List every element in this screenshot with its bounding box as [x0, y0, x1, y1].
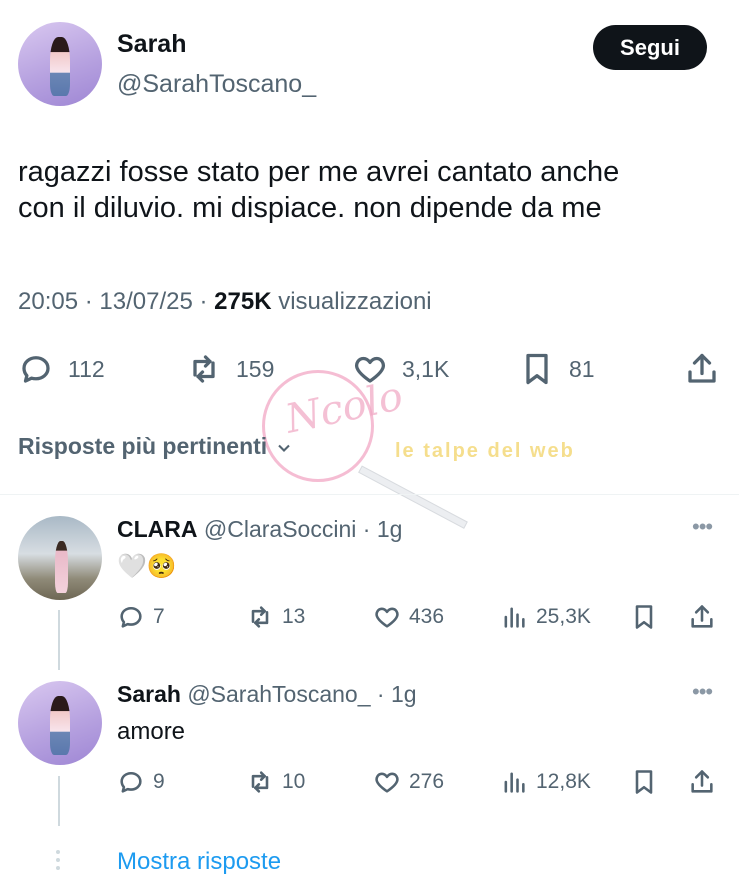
reply-text: amore — [117, 718, 186, 745]
tweet-text: ragazzi fosse stato per me avrei cantato… — [18, 154, 718, 226]
reply-button[interactable]: 112 — [18, 351, 105, 387]
bookmark-button[interactable] — [630, 602, 658, 632]
retweet-button[interactable]: 10 — [246, 767, 305, 797]
reply-count: 7 — [153, 605, 165, 628]
reply-header: CLARA @ClaraSoccini · 1g — [117, 516, 402, 543]
author-handle[interactable]: @SarahToscano_ — [117, 70, 316, 99]
replies-sort-dropdown[interactable]: Risposte più pertinenti — [18, 433, 294, 460]
avatar-figure — [54, 541, 69, 594]
reply-avatar[interactable] — [18, 516, 102, 600]
tweet-date[interactable]: 13/07/25 — [99, 288, 192, 315]
separator-dot: · — [84, 288, 100, 315]
reply-avatar[interactable] — [18, 681, 102, 765]
reply-text: 🤍🥺 — [117, 553, 177, 580]
bookmark-button[interactable] — [630, 767, 658, 797]
share-icon — [688, 353, 716, 383]
views-button[interactable]: 12,8K — [500, 767, 591, 797]
bookmark-icon — [635, 605, 653, 629]
bookmark-icon — [526, 353, 548, 385]
thread-line — [58, 610, 60, 670]
views-icon — [504, 607, 525, 628]
bookmark-button[interactable]: 81 — [519, 351, 595, 387]
share-button[interactable] — [688, 602, 716, 632]
more-icon[interactable]: ••• — [692, 514, 713, 540]
share-button[interactable] — [688, 767, 716, 797]
reply-icon — [120, 771, 142, 793]
share-icon — [691, 605, 713, 628]
reply-button[interactable]: 9 — [117, 767, 165, 797]
author-avatar[interactable] — [18, 22, 102, 106]
thread-continuation-dots — [56, 850, 61, 874]
retweet-icon — [251, 771, 269, 793]
reply-icon — [22, 356, 50, 383]
thread-line — [58, 776, 60, 826]
retweet-count: 10 — [282, 770, 306, 793]
reply-button[interactable]: 7 — [117, 602, 165, 632]
retweet-icon — [193, 355, 215, 383]
reply-author-name[interactable]: CLARA — [117, 516, 198, 542]
like-count: 436 — [409, 605, 445, 628]
bookmark-count: 81 — [569, 355, 595, 382]
views-count[interactable]: 275K — [214, 288, 271, 315]
tweet-meta: 20:05 · 13/07/25 · 275K visualizzazioni — [18, 288, 432, 316]
replies-heading-label: Risposte più pertinenti — [18, 433, 268, 459]
watermark-caption: le talpe del web — [395, 440, 575, 462]
section-divider — [0, 494, 739, 495]
reply-author-handle[interactable]: @ClaraSoccini — [204, 516, 356, 542]
retweet-button[interactable]: 159 — [186, 351, 274, 387]
reply-header: Sarah @SarahToscano_ · 1g — [117, 681, 417, 708]
like-count: 3,1K — [402, 355, 450, 382]
reply-count: 9 — [153, 770, 165, 793]
tweet-time[interactable]: 20:05 — [18, 288, 78, 315]
reply-age[interactable]: 1g — [377, 516, 403, 542]
like-icon — [375, 607, 399, 628]
author-name[interactable]: Sarah — [117, 30, 186, 59]
like-button[interactable]: 436 — [373, 602, 444, 632]
like-count: 276 — [409, 770, 445, 793]
show-replies-link[interactable]: Mostra risposte — [117, 848, 281, 876]
tweet-text-line: con il diluvio. mi dispiace. non dipende… — [18, 192, 602, 224]
views-button[interactable]: 25,3K — [500, 602, 591, 632]
chevron-down-icon — [277, 444, 290, 452]
more-icon[interactable]: ••• — [692, 679, 713, 705]
views-count: 12,8K — [536, 770, 591, 793]
follow-button[interactable]: Segui — [593, 25, 707, 70]
reply-author-name[interactable]: Sarah — [117, 681, 181, 707]
views-label: visualizzazioni — [278, 288, 432, 315]
separator-dot: · — [199, 288, 215, 315]
views-icon — [504, 772, 525, 793]
avatar-figure — [49, 696, 71, 755]
reply-icon — [120, 606, 142, 628]
bookmark-icon — [635, 770, 653, 794]
separator-dot: · — [356, 516, 377, 542]
retweet-count: 13 — [282, 605, 306, 628]
reply-age[interactable]: 1g — [391, 681, 417, 707]
reply-count: 112 — [68, 355, 105, 382]
avatar-figure — [49, 37, 71, 96]
retweet-button[interactable]: 13 — [246, 602, 305, 632]
retweet-count: 159 — [236, 355, 275, 382]
reply-author-handle[interactable]: @SarahToscano_ — [187, 681, 370, 707]
share-button[interactable] — [684, 351, 720, 387]
views-count: 25,3K — [536, 605, 591, 628]
separator-dot: · — [370, 681, 391, 707]
retweet-icon — [251, 606, 269, 628]
tweet-text-line: ragazzi fosse stato per me avrei cantato… — [18, 156, 620, 188]
like-icon — [375, 772, 399, 793]
share-icon — [691, 770, 713, 793]
like-button[interactable]: 276 — [373, 767, 444, 797]
